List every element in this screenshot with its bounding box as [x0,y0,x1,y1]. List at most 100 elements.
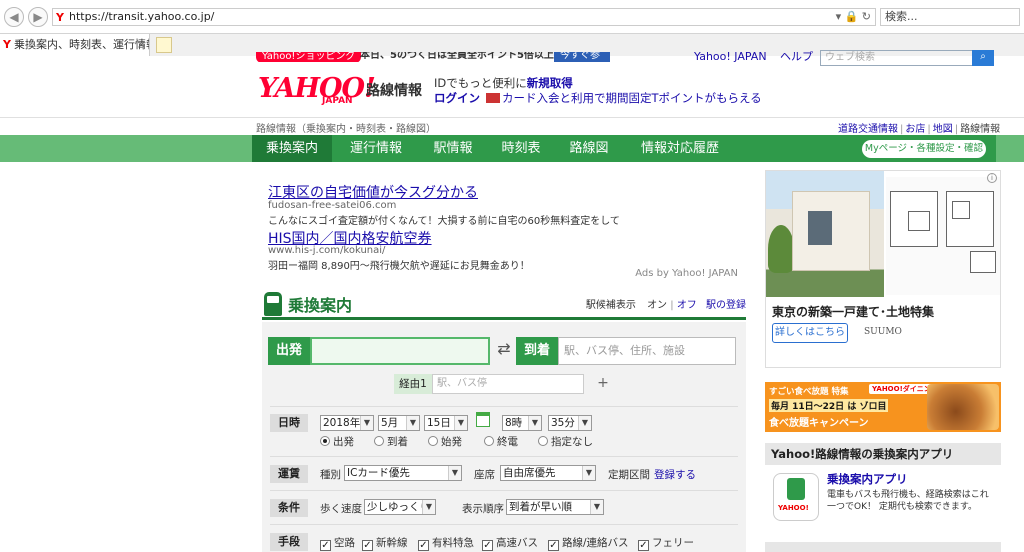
browser-tab[interactable]: Y 乗換案内、時刻表、運行情報 ... × [0,34,150,56]
browser-search-input[interactable]: 検索... [880,8,1020,26]
radio-arrival[interactable]: 到着 [374,434,408,449]
nav-item-operation[interactable]: 運行情報 [336,135,416,162]
suumo-ad[interactable]: i 東京の新築一戸建て･土地特集 詳しくはこちら SUUMO [765,170,1001,368]
departure-label: 出発 [268,337,310,365]
new-tab-icon[interactable] [156,37,172,53]
ad-desc: 羽田ー福岡 8,890円～飛行機欠航や遅延にお見舞金あり！ [268,261,530,272]
divider [270,490,738,491]
hour-select[interactable]: 8時 ▼ [502,415,542,431]
station-opts-off[interactable]: オフ [677,300,697,311]
chevron-down-icon: ▼ [406,416,419,430]
divider [270,406,738,407]
chevron-down-icon: ▼ [422,500,435,514]
shopping-promo[interactable]: Yahoo!ショッピング 本日、5のつく日は全員全ポイント5倍以上！ 今すぐ参加 [256,52,610,62]
ad-desc: こんなにスゴイ査定額が付くなんて！大損する前に自宅の60秒無料査定をして [268,216,620,227]
breadcrumb-bar: 路線情報（乗換案内・時刻表・路線図） 道路交通情報 | お店 | 地図 | 路線情報 [0,117,1024,135]
transfer-form: 出発 ⇄ 到着 駅、バス停、住所、施設 経由1 駅、バス停 + 日時 2018年… [262,322,746,552]
util-link-map[interactable]: 地図 [933,124,953,135]
sort-order-select[interactable]: 到着が早い順 ▼ [506,499,604,515]
nav-item-transfer[interactable]: 乗換案内 [252,135,332,162]
calendar-icon[interactable] [476,412,490,427]
hour-value: 8時 [505,417,523,429]
id-text: IDでもっと便利に [434,76,527,90]
login-area: IDでもっと便利に新規取得 ログイン カード入会と利用で期間固定Tポイントがもらえ… [434,76,762,106]
ad-title[interactable]: 江東区の自宅価値が今スグ分かる [268,182,478,202]
departure-input[interactable] [310,337,490,365]
ads-by-label[interactable]: Ads by Yahoo! JAPAN [635,268,738,279]
radio-last[interactable]: 終電 [484,434,518,449]
tab-close-icon[interactable]: × [137,34,146,56]
radio-first[interactable]: 始発 [428,434,462,449]
walk-label: 歩く速度 [320,503,362,515]
day-select[interactable]: 15日 ▼ [424,415,468,431]
add-via-icon[interactable]: + [594,374,612,394]
yahoo-favicon-icon: Y [56,11,64,24]
app-section-heading: Yahoo!路線情報の乗換案内アプリ [765,443,1001,465]
mypage-button[interactable]: Myページ・各種設定・確認 [862,140,986,158]
nav-item-timetable[interactable]: 時刻表 [488,135,554,162]
side-ad-title[interactable]: 東京の新築一戸建て･土地特集 [772,303,934,320]
radio-unspecified[interactable]: 指定なし [538,434,593,449]
promo-join-button[interactable]: 今すぐ参加 [554,52,610,62]
text-ads: 江東区の自宅価値が今スグ分かる fudosan-free-satei06.com… [256,172,746,284]
chevron-down-icon: ▼ [448,466,461,480]
dining-banner-line1: すごい食べ放題 特集 [769,387,849,397]
radio-departure[interactable]: 出発 [320,434,354,449]
seat-select[interactable]: 自由席優先 ▼ [500,465,596,481]
tcard-icon [486,93,500,103]
nav-item-route-map[interactable]: 路線図 [558,135,620,162]
login-link[interactable]: ログイン [434,91,480,105]
minute-select[interactable]: 35分 ▼ [548,415,592,431]
month-select[interactable]: 5月 ▼ [378,415,420,431]
arrival-input[interactable]: 駅、バス停、住所、施設 [558,337,736,365]
dining-banner-line2: 毎月 11日～22日 は ゾロ目 [769,399,889,412]
web-search-placeholder: ウェブ検索 [825,52,875,63]
app-name-link[interactable]: 乗換案内アプリ [827,471,908,487]
month-value: 5月 [381,417,399,429]
register-link[interactable]: 新規取得 [527,76,573,90]
chevron-down-icon: ▼ [454,416,467,430]
breadcrumb: 路線情報（乗換案内・時刻表・路線図） [256,124,436,135]
nav-item-history[interactable]: 情報対応履歴 [630,135,730,162]
ad-url: fudosan-free-satei06.com [268,200,397,211]
web-search-input[interactable]: ウェブ検索 ⌕ [820,50,994,66]
pass-register-link[interactable]: 登録する [654,467,696,482]
fare-type-value: ICカード優先 [347,467,410,479]
ad-info-icon[interactable]: i [987,173,997,183]
tpoint-link[interactable]: カード入会と利用で期間固定Tポイントがもらえる [502,91,762,105]
service-name: 路線情報 [366,83,422,99]
station-opts-on[interactable]: オン [647,300,667,311]
app-icon[interactable]: YAHOO! [773,473,819,521]
type-label: 種別 [320,469,341,481]
forward-icon[interactable]: ▶ [28,7,48,27]
app-description: 電車もバスも飛行機も、経路検索はこれ一つでOK！ 定期代も検索できます。 [827,490,989,512]
walk-speed-value: 少しゆっくり [367,501,430,513]
station-opts-label: 駅候補表示 [585,300,636,311]
dining-banner[interactable]: すごい食べ放題 特集 YAHOO!ダイニング 毎月 11日～22日 は ゾロ目 … [765,382,1001,432]
app-promo[interactable]: YAHOO! 乗換案内アプリ 電車もバスも飛行機も、経路検索はこれ一つでOK！ … [765,467,1001,527]
walk-speed-select[interactable]: 少しゆっくり ▼ [364,499,436,515]
help-link[interactable]: ヘルプ [780,50,813,63]
fare-label: 運賃 [270,465,308,483]
tab-title: 乗換案内、時刻表、運行情報 ... [14,38,150,51]
yahoo-japan-link[interactable]: Yahoo! JAPAN [694,50,767,63]
yahoo-logo-sub: JAPAN [322,96,353,106]
top-links: Yahoo! JAPAN ヘルプ [694,48,813,64]
util-link-road[interactable]: 道路交通情報 [838,124,898,135]
util-link-shops[interactable]: お店 [905,124,925,135]
back-icon[interactable]: ◀ [4,7,24,27]
register-station-link[interactable]: 駅の登録 [706,300,746,311]
fare-type-select[interactable]: ICカード優先 ▼ [344,465,462,481]
sort-order-value: 到着が早い順 [509,501,572,513]
search-icon[interactable]: ⌕ [972,50,994,66]
address-bar[interactable]: Y https://transit.yahoo.co.jp/ ▾ 🔒 ↻ [52,8,876,26]
swap-icon[interactable]: ⇄ [494,340,514,360]
divider [270,456,738,457]
side-ad-details-button[interactable]: 詳しくはこちら [772,323,848,343]
via-input[interactable]: 駅、バス停 [432,374,584,394]
nav-item-station[interactable]: 駅情報 [418,135,488,162]
year-select[interactable]: 2018年 ▼ [320,415,374,431]
yahoo-logo[interactable]: YAHOO! [258,75,376,102]
minute-value: 35分 [551,417,575,429]
address-actions[interactable]: ▾ 🔒 ↻ [836,9,871,25]
